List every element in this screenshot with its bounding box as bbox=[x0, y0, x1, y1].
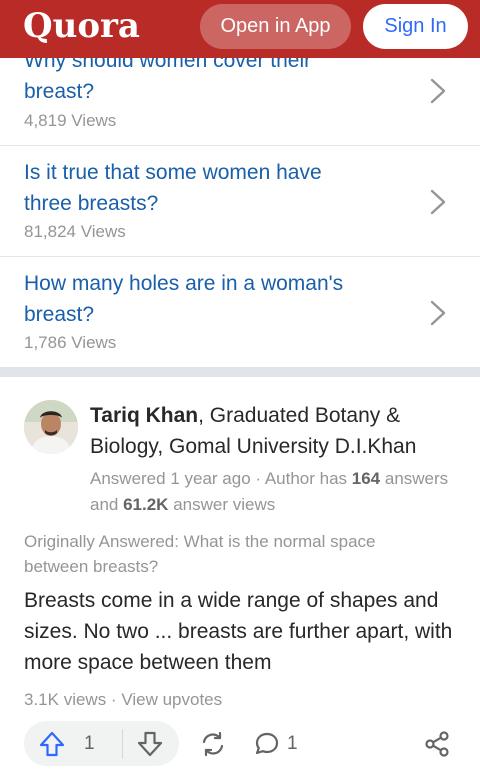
related-question[interactable]: How many holes are in a woman's breast? … bbox=[0, 257, 480, 367]
answer-stats: 3.1K views · View upvotes bbox=[24, 690, 223, 709]
chevron-right-icon[interactable] bbox=[427, 76, 449, 106]
vote-separator bbox=[122, 729, 123, 759]
vote-pill: 1 bbox=[24, 721, 179, 766]
upvote-arrow-icon bbox=[39, 731, 65, 757]
avatar-photo bbox=[24, 400, 78, 454]
quora-logo[interactable]: Quora bbox=[23, 6, 140, 46]
comment-bubble-icon bbox=[255, 732, 279, 755]
downvote-button[interactable] bbox=[136, 730, 164, 758]
related-question-title[interactable]: Is it true that some women have three br… bbox=[24, 157, 404, 219]
related-question-title[interactable]: How many holes are in a woman's breast? bbox=[24, 268, 404, 330]
top-bar: Quora Open in App Sign In bbox=[0, 0, 480, 58]
comment-count: 1 bbox=[287, 733, 298, 754]
sign-in-button[interactable]: Sign In bbox=[363, 4, 468, 49]
share-button[interactable] bbox=[423, 730, 451, 758]
open-in-app-button[interactable]: Open in App bbox=[200, 4, 351, 49]
reshare-button[interactable] bbox=[199, 730, 227, 758]
answer-views-count: 61.2K bbox=[123, 495, 169, 514]
upvote-count: 1 bbox=[84, 733, 95, 754]
chevron-right-icon[interactable] bbox=[427, 298, 449, 328]
comment-button[interactable] bbox=[253, 730, 281, 758]
reshare-icon bbox=[202, 731, 224, 757]
author-name[interactable]: Tariq Khan bbox=[90, 404, 198, 427]
author-avatar[interactable] bbox=[24, 400, 78, 454]
downvote-arrow-icon bbox=[137, 731, 163, 757]
related-question-views: 1,786 Views bbox=[24, 333, 117, 352]
answer-meta: Answered 1 year ago · Author has 164 ans… bbox=[90, 469, 449, 514]
related-question[interactable]: Is it true that some women have three br… bbox=[0, 146, 480, 257]
answer-text[interactable]: Breasts come in a wide range of shapes a… bbox=[24, 585, 464, 678]
related-question-views: 4,819 Views bbox=[24, 111, 117, 130]
originally-answered[interactable]: Originally Answered: What is the normal … bbox=[24, 529, 444, 579]
share-icon bbox=[425, 731, 449, 757]
view-upvotes-link[interactable]: View upvotes bbox=[121, 690, 222, 709]
author-credential-line: Tariq Khan, Graduated Botany & Biology, … bbox=[90, 400, 460, 462]
answer-count: 164 bbox=[351, 469, 381, 488]
related-question-views: 81,824 Views bbox=[24, 222, 126, 241]
upvote-button[interactable] bbox=[38, 730, 118, 758]
chevron-right-icon[interactable] bbox=[427, 187, 449, 217]
section-divider bbox=[0, 367, 480, 377]
views-count: 3.1K views bbox=[24, 690, 107, 709]
